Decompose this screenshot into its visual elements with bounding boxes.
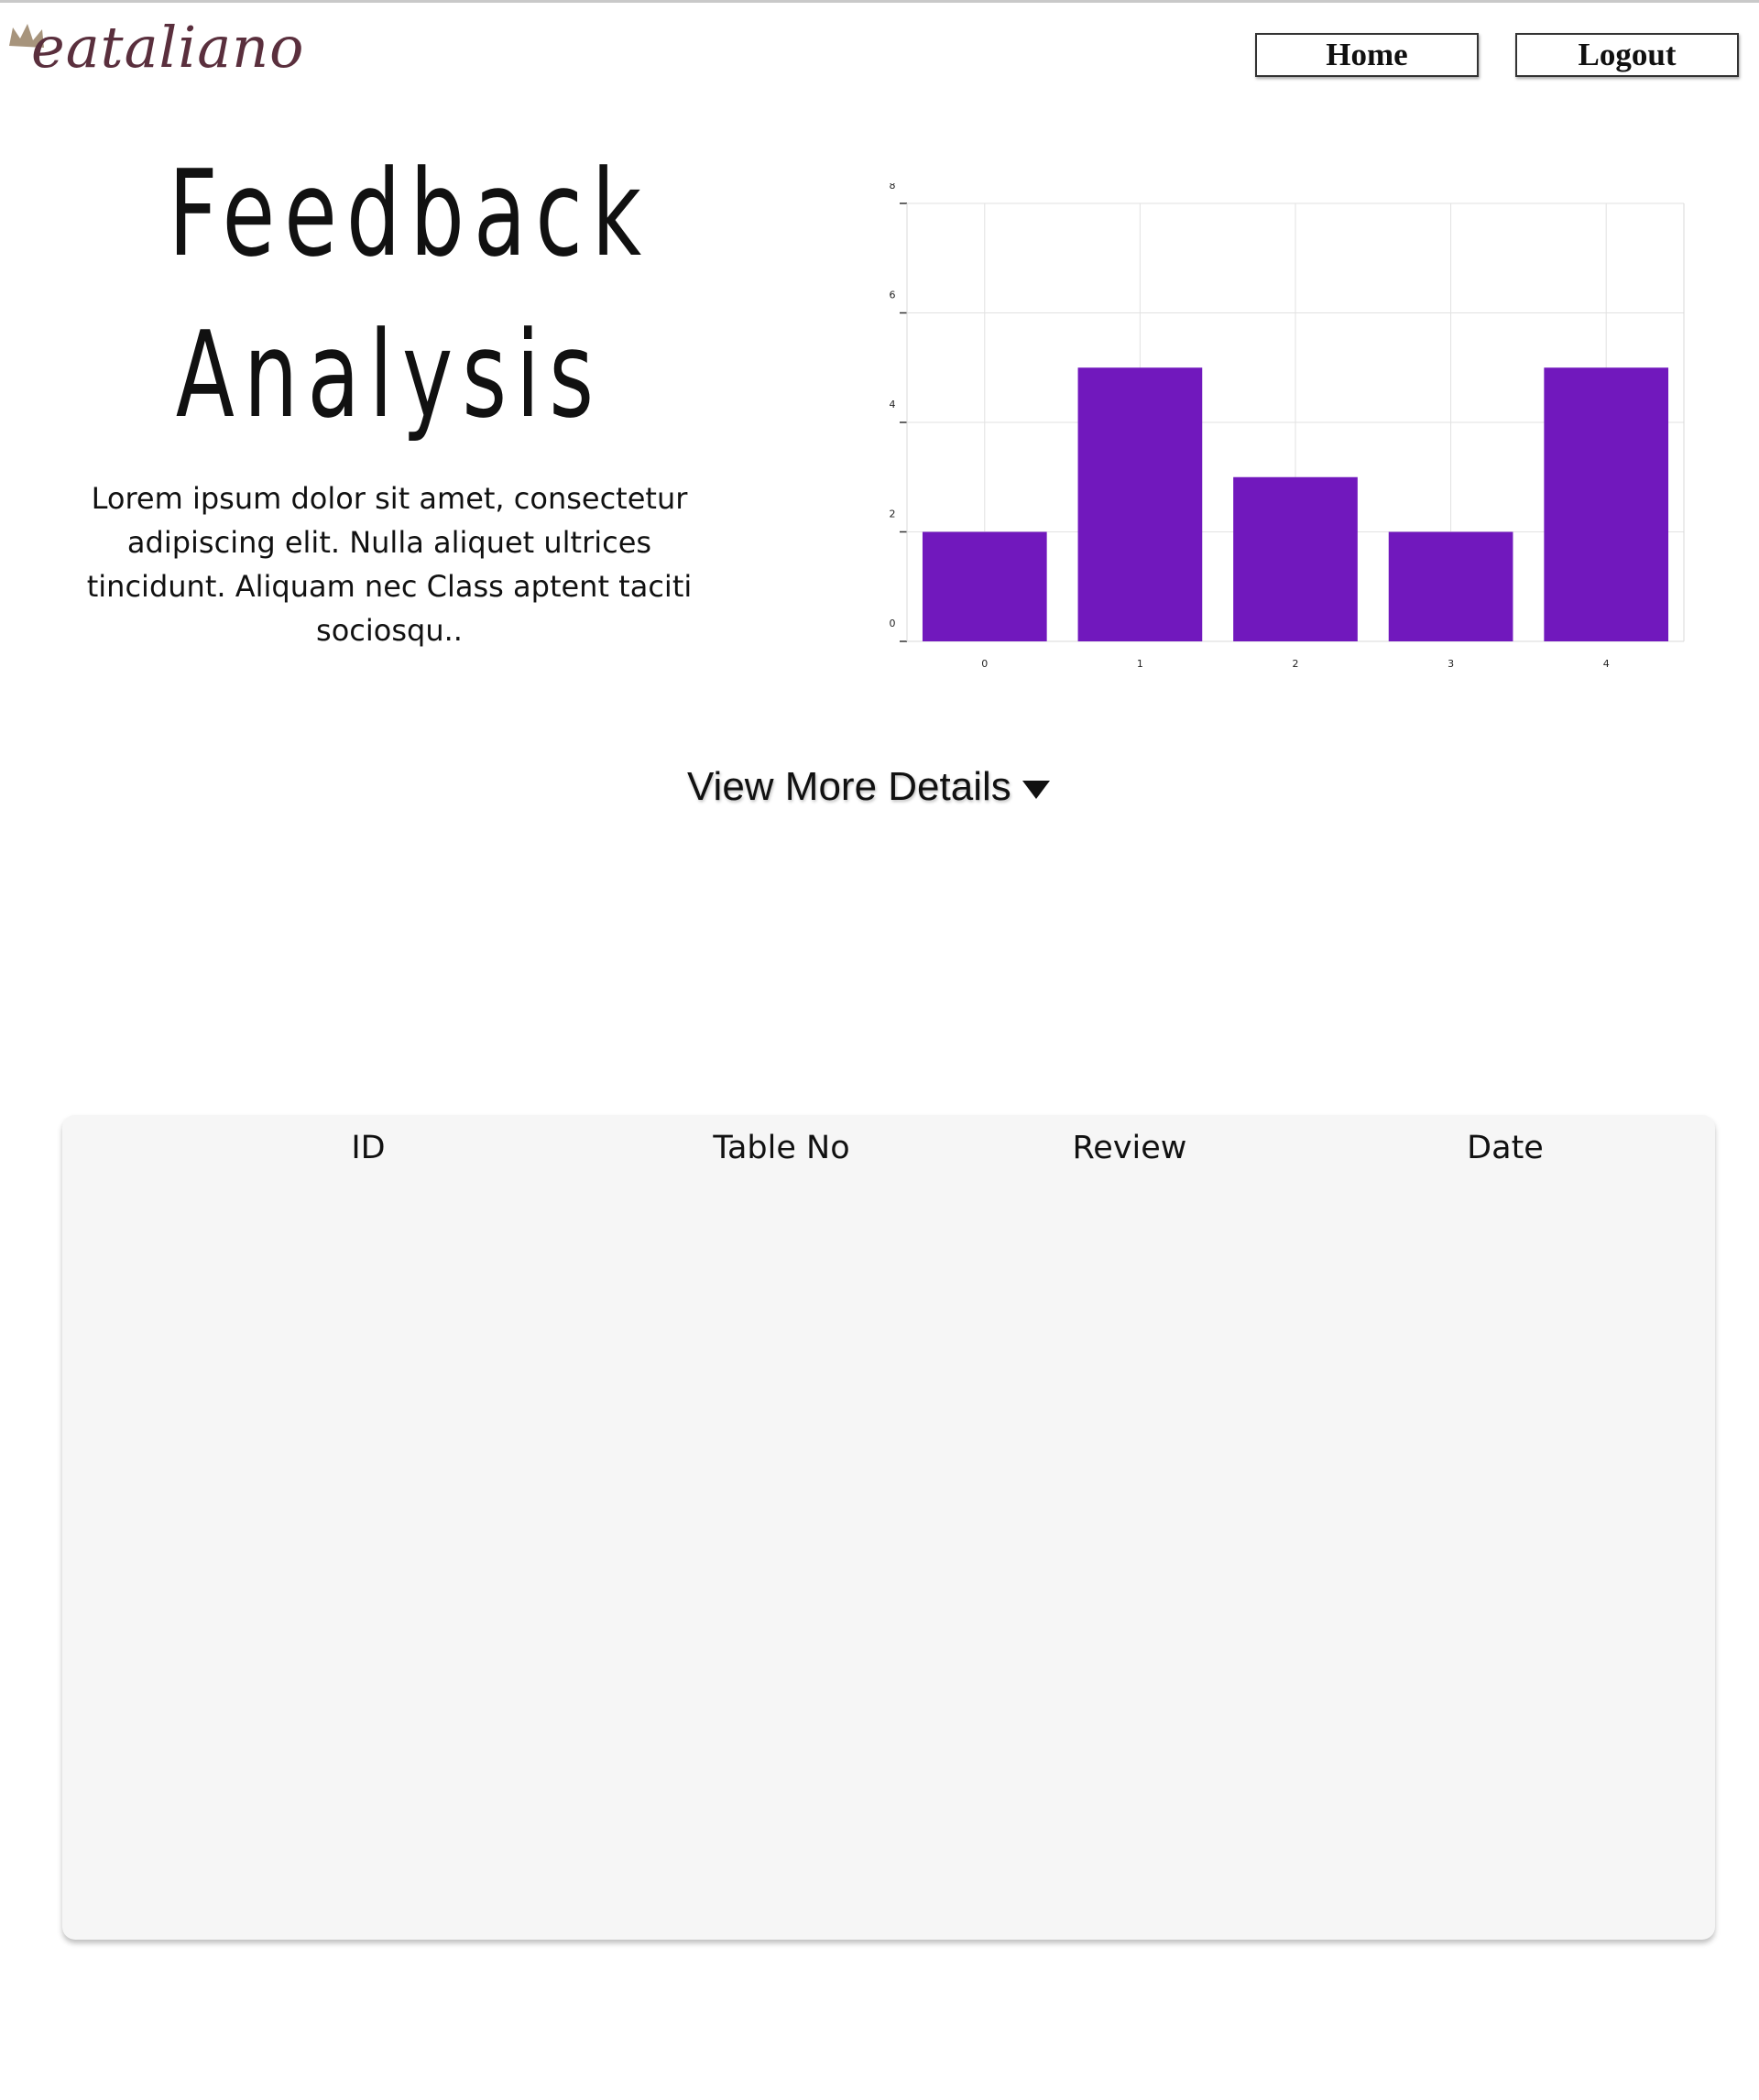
- logout-button[interactable]: Logout: [1515, 33, 1739, 77]
- chart-y-tick-label: 8: [890, 183, 896, 191]
- chart-x-tick-label: 0: [981, 658, 988, 670]
- caret-down-icon: [1022, 781, 1050, 799]
- page-title-line-2: Analysis: [175, 305, 604, 444]
- logo[interactable]: eataliano: [7, 13, 303, 82]
- chart-bar: [1544, 367, 1669, 641]
- column-header-date[interactable]: Date: [1467, 1130, 1544, 1166]
- column-header-id[interactable]: ID: [351, 1130, 385, 1166]
- chart-x-tick-label: 4: [1603, 658, 1610, 670]
- chart-y-tick-label: 0: [890, 618, 896, 629]
- chart-bar: [922, 531, 1047, 641]
- chart-x-tick-label: 2: [1293, 658, 1299, 670]
- chart-bar: [1388, 531, 1513, 641]
- intro-text: Lorem ipsum dolor sit amet, consectetur …: [86, 481, 693, 648]
- page-title-line-1: Feedback: [168, 144, 651, 283]
- feedback-table: ID Table No Review Date: [62, 1115, 1715, 1940]
- page-title: Feedback Analysis: [168, 133, 651, 455]
- view-more-details-button[interactable]: View More Details: [687, 764, 1050, 810]
- view-more-details-label: View More Details: [687, 764, 1011, 809]
- chart-y-tick-label: 6: [890, 290, 896, 301]
- chart-bar: [1233, 476, 1358, 641]
- chart-bar: [1077, 367, 1203, 641]
- chart-y-tick-label: 4: [890, 399, 896, 410]
- home-button[interactable]: Home: [1255, 33, 1479, 77]
- chart-x-tick-label: 1: [1137, 658, 1143, 670]
- chart-x-tick-label: 3: [1448, 658, 1454, 670]
- logo-text: eataliano: [31, 14, 305, 81]
- feedback-bar-chart: 0 2 4 6 8 0 1 2 3 4: [890, 183, 1685, 670]
- chart-y-tick-label: 2: [890, 509, 896, 520]
- top-border: [0, 0, 1759, 3]
- column-header-table-no[interactable]: Table No: [713, 1130, 849, 1166]
- column-header-review[interactable]: Review: [1073, 1130, 1187, 1166]
